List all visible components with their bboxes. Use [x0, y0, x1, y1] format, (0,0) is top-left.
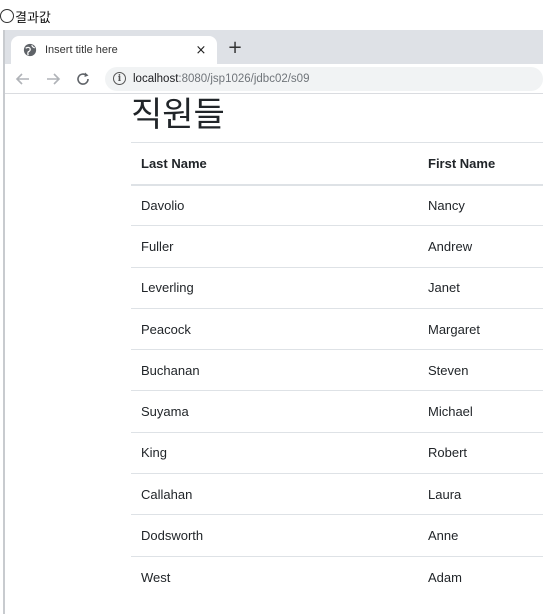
- first-name-cell: Laura: [418, 473, 543, 516]
- browser-tab[interactable]: Insert title here ×: [11, 36, 217, 64]
- last-name-cell: Buchanan: [131, 349, 418, 392]
- table-row: Callahan Laura: [131, 473, 543, 516]
- first-name-cell: Nancy: [418, 184, 543, 227]
- tab-title: Insert title here: [45, 44, 118, 56]
- browser-toolbar: i localhost:8080/jsp1026/jdbc02/s09: [5, 64, 543, 94]
- first-name-cell: Adam: [428, 569, 462, 585]
- first-name-cell: Steven: [418, 349, 543, 392]
- column-header-last-name: Last Name: [131, 142, 418, 186]
- url-path: :8080/jsp1026/jdbc02/s09: [178, 72, 310, 85]
- table-row: West Adam: [131, 556, 543, 597]
- browser-window: Insert title here × + i localhost:8080/j…: [3, 30, 543, 614]
- first-name-cell: Andrew: [418, 225, 543, 268]
- arrow-left-icon: [15, 72, 29, 85]
- table-row: Peacock Margaret: [131, 308, 543, 351]
- table-row: Davolio Nancy: [131, 184, 543, 227]
- info-icon[interactable]: i: [113, 72, 126, 85]
- first-name-cell: Anne: [418, 514, 543, 557]
- page-title: 직원들: [131, 95, 225, 135]
- url-text: localhost:8080/jsp1026/jdbc02/s09: [133, 73, 309, 85]
- url-host: localhost: [133, 72, 179, 85]
- last-name-cell: Fuller: [131, 225, 418, 268]
- column-header-first-name: First Name: [418, 142, 543, 186]
- arrow-right-icon: [47, 72, 61, 85]
- first-name-cell: Michael: [418, 390, 543, 433]
- reload-button[interactable]: [71, 67, 95, 91]
- last-name-cell: Leverling: [131, 267, 418, 309]
- last-name-cell: King: [131, 432, 418, 475]
- caption: 결과값: [0, 6, 51, 26]
- last-name-cell: Dodsworth: [131, 514, 418, 557]
- back-button[interactable]: [11, 67, 35, 91]
- table-header-row: Last Name First Name: [131, 142, 543, 186]
- last-name-cell: Callahan: [131, 473, 418, 516]
- last-name-cell: Davolio: [131, 184, 418, 227]
- new-tab-button[interactable]: +: [225, 38, 245, 58]
- table-row: King Robert: [131, 432, 543, 475]
- employee-table: Last Name First Name Davolio Nancy Fuller…: [131, 142, 543, 597]
- table-row: Leverling Janet: [131, 267, 543, 309]
- globe-icon: [23, 43, 37, 57]
- table-row: Dodsworth Anne: [131, 514, 543, 557]
- tab-strip: Insert title here × +: [5, 30, 543, 64]
- last-name-cell: Suyama: [131, 390, 418, 433]
- first-name-cell: Robert: [418, 432, 543, 475]
- reload-icon: [77, 72, 89, 85]
- address-bar[interactable]: i localhost:8080/jsp1026/jdbc02/s09: [105, 66, 543, 91]
- first-name-cell: Janet: [418, 267, 543, 309]
- forward-button[interactable]: [41, 67, 65, 91]
- page-content: 직원들 Last Name First Name Davolio Nancy Fu…: [5, 95, 543, 614]
- caption-text: 결과값: [15, 10, 51, 26]
- last-name-cell: Peacock: [131, 308, 418, 351]
- table-row: Buchanan Steven: [131, 349, 543, 392]
- close-icon[interactable]: ×: [193, 43, 209, 58]
- table-row: Fuller Andrew: [131, 225, 543, 268]
- table-row: Suyama Michael: [131, 390, 543, 433]
- first-name-cell: Margaret: [418, 308, 543, 351]
- last-name-cell: West: [141, 569, 171, 585]
- circle-icon: [0, 9, 14, 23]
